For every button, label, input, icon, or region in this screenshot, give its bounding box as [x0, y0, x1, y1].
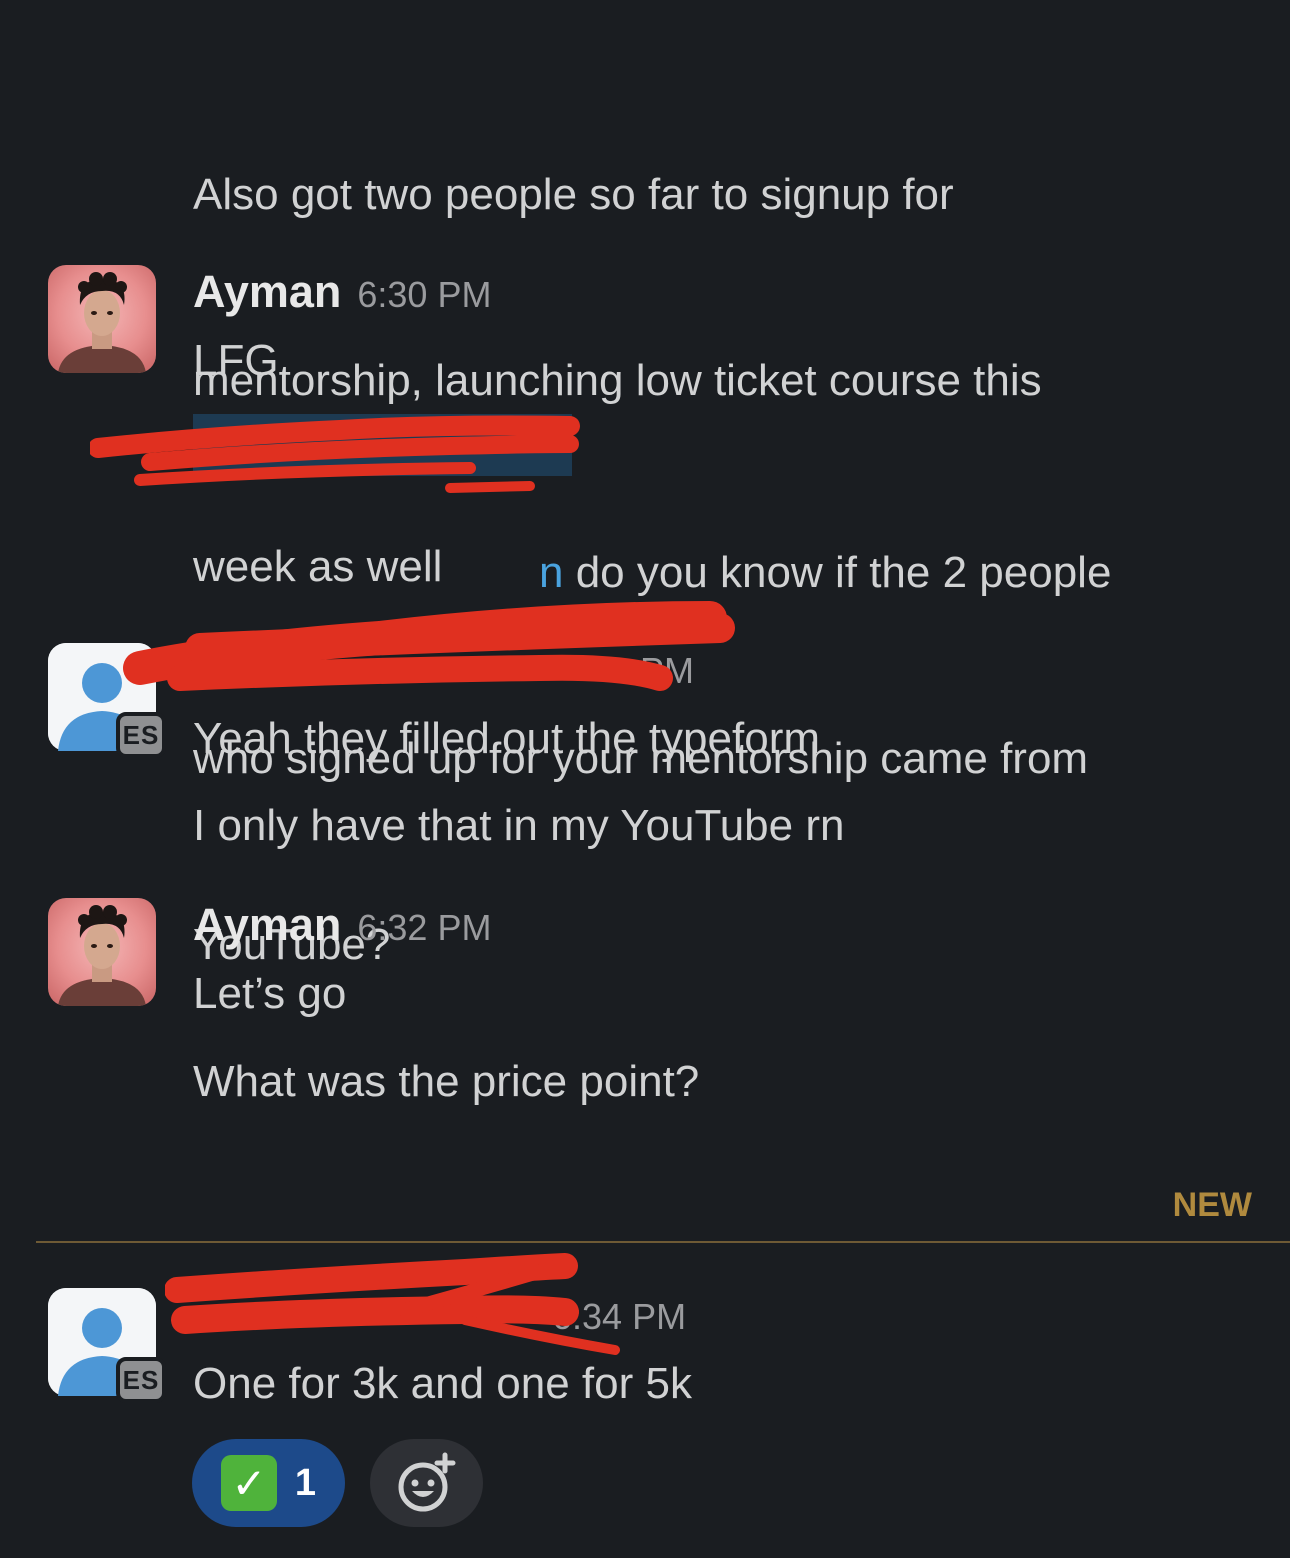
message-fragment: do you know if the 2 people [563, 548, 1112, 597]
org-badge: ES [116, 1357, 166, 1403]
message-text: Let’s go [193, 969, 347, 1018]
timestamp[interactable]: 6:32 PM [357, 907, 491, 949]
author-name[interactable]: Ayman [193, 899, 341, 951]
reaction-count: 1 [294, 1461, 317, 1504]
message-line: Also got two people so far to signup for [193, 170, 954, 219]
message-text: What was the price point? [193, 1057, 700, 1106]
person-photo-icon [58, 905, 146, 1006]
message-line: n do you know if the 2 people [193, 542, 1111, 604]
timestamp[interactable]: 6:30 PM [357, 274, 491, 316]
new-messages-divider [36, 1241, 1290, 1243]
message-header: PM [640, 650, 694, 692]
reaction-checkmark[interactable]: ✓ 1 [192, 1439, 345, 1527]
person-photo-icon [58, 272, 146, 373]
message-text: Yeah they filled out the typeform [193, 714, 820, 763]
timestamp[interactable]: 6:34 PM [552, 1296, 686, 1338]
timestamp[interactable]: PM [640, 650, 694, 692]
org-badge: ES [116, 712, 166, 758]
message-header: Ayman 6:32 PM [193, 899, 491, 951]
message-text: One for 3k and one for 5k [193, 1359, 692, 1408]
message-text: I only have that in my YouTube rn [193, 801, 845, 850]
user-mention[interactable]: n [539, 548, 563, 597]
message-text: LFG [193, 336, 279, 385]
message-header: Ayman 6:30 PM [193, 266, 491, 318]
avatar[interactable] [48, 265, 156, 373]
add-reaction-icon [398, 1452, 455, 1512]
message-header: 6:34 PM [552, 1296, 686, 1338]
avatar[interactable] [48, 898, 156, 1006]
new-messages-label: NEW [1172, 1186, 1252, 1224]
check-mark-icon: ✓ [220, 1455, 277, 1511]
author-name[interactable]: Ayman [193, 266, 341, 318]
message-line: mentorship, launching low ticket course … [193, 356, 1042, 405]
add-reaction-button[interactable] [370, 1439, 483, 1527]
